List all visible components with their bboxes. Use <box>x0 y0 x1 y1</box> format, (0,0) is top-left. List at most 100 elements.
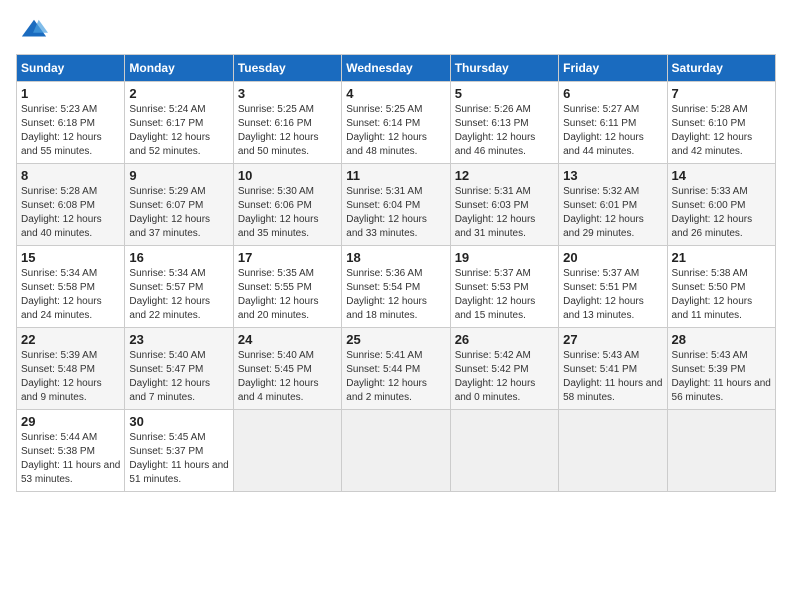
calendar-table: SundayMondayTuesdayWednesdayThursdayFrid… <box>16 54 776 492</box>
day-info: Sunrise: 5:28 AMSunset: 6:10 PMDaylight:… <box>672 104 753 157</box>
calendar-cell: 27 Sunrise: 5:43 AMSunset: 5:41 PMDayligh… <box>559 328 667 410</box>
calendar-cell: 23Sunrise: 5:40 AMSunset: 5:47 PMDayligh… <box>125 328 233 410</box>
calendar-week-2: 8 Sunrise: 5:28 AMSunset: 6:08 PMDaylight… <box>17 164 776 246</box>
day-number: 2 <box>129 86 228 101</box>
day-info: Sunrise: 5:45 AMSunset: 5:37 PMDaylight:… <box>129 432 228 485</box>
day-number: 5 <box>455 86 554 101</box>
day-number: 29 <box>21 414 120 429</box>
day-number: 19 <box>455 250 554 265</box>
day-number: 21 <box>672 250 771 265</box>
day-number: 18 <box>346 250 445 265</box>
day-info: Sunrise: 5:35 AMSunset: 5:55 PMDaylight:… <box>238 268 319 321</box>
day-number: 8 <box>21 168 120 183</box>
day-number: 23 <box>129 332 228 347</box>
calendar-cell: 1Sunrise: 5:23 AMSunset: 6:18 PMDaylight… <box>17 82 125 164</box>
calendar-cell: 16Sunrise: 5:34 AMSunset: 5:57 PMDayligh… <box>125 246 233 328</box>
day-number: 11 <box>346 168 445 183</box>
day-info: Sunrise: 5:25 AMSunset: 6:16 PMDaylight:… <box>238 104 319 157</box>
day-info: Sunrise: 5:36 AMSunset: 5:54 PMDaylight:… <box>346 268 427 321</box>
day-info: Sunrise: 5:31 AMSunset: 6:04 PMDaylight:… <box>346 186 427 239</box>
day-number: 15 <box>21 250 120 265</box>
calendar-cell <box>342 410 450 492</box>
day-info: Sunrise: 5:37 AMSunset: 5:53 PMDaylight:… <box>455 268 536 321</box>
day-info: Sunrise: 5:40 AMSunset: 5:45 PMDaylight:… <box>238 350 319 403</box>
day-number: 16 <box>129 250 228 265</box>
header-sunday: Sunday <box>17 55 125 82</box>
calendar-cell: 24Sunrise: 5:40 AMSunset: 5:45 PMDayligh… <box>233 328 341 410</box>
day-number: 1 <box>21 86 120 101</box>
calendar-cell: 4 Sunrise: 5:25 AMSunset: 6:14 PMDaylight… <box>342 82 450 164</box>
day-number: 28 <box>672 332 771 347</box>
day-number: 17 <box>238 250 337 265</box>
calendar-cell: 13 Sunrise: 5:32 AMSunset: 6:01 PMDayligh… <box>559 164 667 246</box>
calendar-week-1: 1Sunrise: 5:23 AMSunset: 6:18 PMDaylight… <box>17 82 776 164</box>
day-number: 14 <box>672 168 771 183</box>
calendar-cell <box>559 410 667 492</box>
calendar-cell: 20 Sunrise: 5:37 AMSunset: 5:51 PMDayligh… <box>559 246 667 328</box>
calendar-cell: 18 Sunrise: 5:36 AMSunset: 5:54 PMDayligh… <box>342 246 450 328</box>
day-info: Sunrise: 5:37 AMSunset: 5:51 PMDaylight:… <box>563 268 644 321</box>
day-number: 25 <box>346 332 445 347</box>
day-info: Sunrise: 5:32 AMSunset: 6:01 PMDaylight:… <box>563 186 644 239</box>
calendar-cell: 11 Sunrise: 5:31 AMSunset: 6:04 PMDayligh… <box>342 164 450 246</box>
day-info: Sunrise: 5:28 AMSunset: 6:08 PMDaylight:… <box>21 186 102 239</box>
calendar-cell <box>450 410 558 492</box>
header-monday: Monday <box>125 55 233 82</box>
header-tuesday: Tuesday <box>233 55 341 82</box>
calendar-week-5: 29 Sunrise: 5:44 AMSunset: 5:38 PMDayligh… <box>17 410 776 492</box>
day-number: 22 <box>21 332 120 347</box>
header-friday: Friday <box>559 55 667 82</box>
day-number: 26 <box>455 332 554 347</box>
day-number: 27 <box>563 332 662 347</box>
calendar-cell: 12 Sunrise: 5:31 AMSunset: 6:03 PMDayligh… <box>450 164 558 246</box>
calendar-cell: 3 Sunrise: 5:25 AMSunset: 6:16 PMDaylight… <box>233 82 341 164</box>
day-number: 12 <box>455 168 554 183</box>
header-wednesday: Wednesday <box>342 55 450 82</box>
day-number: 7 <box>672 86 771 101</box>
calendar-cell <box>667 410 775 492</box>
calendar-cell: 6 Sunrise: 5:27 AMSunset: 6:11 PMDaylight… <box>559 82 667 164</box>
calendar-cell: 22 Sunrise: 5:39 AMSunset: 5:48 PMDayligh… <box>17 328 125 410</box>
calendar-cell: 14 Sunrise: 5:33 AMSunset: 6:00 PMDayligh… <box>667 164 775 246</box>
day-info: Sunrise: 5:39 AMSunset: 5:48 PMDaylight:… <box>21 350 102 403</box>
day-number: 13 <box>563 168 662 183</box>
day-info: Sunrise: 5:29 AMSunset: 6:07 PMDaylight:… <box>129 186 210 239</box>
calendar-cell: 25 Sunrise: 5:41 AMSunset: 5:44 PMDayligh… <box>342 328 450 410</box>
calendar-cell: 29 Sunrise: 5:44 AMSunset: 5:38 PMDayligh… <box>17 410 125 492</box>
calendar-cell: 2 Sunrise: 5:24 AMSunset: 6:17 PMDaylight… <box>125 82 233 164</box>
day-info: Sunrise: 5:31 AMSunset: 6:03 PMDaylight:… <box>455 186 536 239</box>
day-info: Sunrise: 5:44 AMSunset: 5:38 PMDaylight:… <box>21 432 120 485</box>
day-number: 4 <box>346 86 445 101</box>
day-info: Sunrise: 5:41 AMSunset: 5:44 PMDaylight:… <box>346 350 427 403</box>
day-number: 20 <box>563 250 662 265</box>
day-info: Sunrise: 5:26 AMSunset: 6:13 PMDaylight:… <box>455 104 536 157</box>
day-info: Sunrise: 5:43 AMSunset: 5:41 PMDaylight:… <box>563 350 662 403</box>
calendar-cell: 17 Sunrise: 5:35 AMSunset: 5:55 PMDayligh… <box>233 246 341 328</box>
calendar-cell: 9Sunrise: 5:29 AMSunset: 6:07 PMDaylight… <box>125 164 233 246</box>
day-info: Sunrise: 5:30 AMSunset: 6:06 PMDaylight:… <box>238 186 319 239</box>
calendar-cell: 30 Sunrise: 5:45 AMSunset: 5:37 PMDayligh… <box>125 410 233 492</box>
day-number: 3 <box>238 86 337 101</box>
day-info: Sunrise: 5:34 AMSunset: 5:58 PMDaylight:… <box>21 268 102 321</box>
day-info: Sunrise: 5:33 AMSunset: 6:00 PMDaylight:… <box>672 186 753 239</box>
day-info: Sunrise: 5:25 AMSunset: 6:14 PMDaylight:… <box>346 104 427 157</box>
logo-icon <box>20 16 48 44</box>
header-thursday: Thursday <box>450 55 558 82</box>
calendar-cell: 21 Sunrise: 5:38 AMSunset: 5:50 PMDayligh… <box>667 246 775 328</box>
logo-text <box>16 16 48 44</box>
logo <box>16 16 48 44</box>
day-number: 6 <box>563 86 662 101</box>
day-number: 10 <box>238 168 337 183</box>
day-info: Sunrise: 5:24 AMSunset: 6:17 PMDaylight:… <box>129 104 210 157</box>
day-number: 30 <box>129 414 228 429</box>
header-saturday: Saturday <box>667 55 775 82</box>
day-info: Sunrise: 5:42 AMSunset: 5:42 PMDaylight:… <box>455 350 536 403</box>
day-info: Sunrise: 5:38 AMSunset: 5:50 PMDaylight:… <box>672 268 753 321</box>
calendar-cell: 28Sunrise: 5:43 AMSunset: 5:39 PMDayligh… <box>667 328 775 410</box>
calendar-cell <box>233 410 341 492</box>
calendar-week-3: 15 Sunrise: 5:34 AMSunset: 5:58 PMDayligh… <box>17 246 776 328</box>
day-info: Sunrise: 5:27 AMSunset: 6:11 PMDaylight:… <box>563 104 644 157</box>
calendar-header-row: SundayMondayTuesdayWednesdayThursdayFrid… <box>17 55 776 82</box>
calendar-cell: 15 Sunrise: 5:34 AMSunset: 5:58 PMDayligh… <box>17 246 125 328</box>
calendar-cell: 8 Sunrise: 5:28 AMSunset: 6:08 PMDaylight… <box>17 164 125 246</box>
